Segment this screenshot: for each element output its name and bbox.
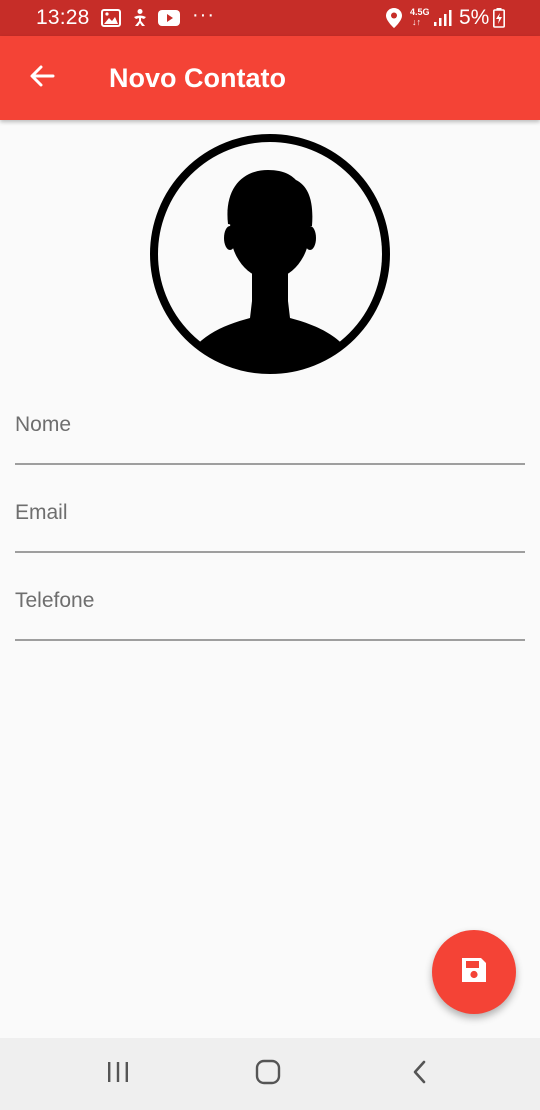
nav-back-button[interactable] [390, 1054, 450, 1094]
phone-field[interactable]: Telefone [15, 579, 525, 641]
status-time: 13:28 [36, 6, 90, 29]
save-icon [459, 955, 489, 990]
signal-icon [434, 10, 452, 31]
gallery-icon [101, 9, 121, 32]
back-button[interactable] [22, 58, 62, 98]
system-nav-bar [0, 1038, 540, 1110]
battery-percent: 5% [459, 6, 490, 29]
page-title: Novo Contato [109, 63, 286, 93]
email-field[interactable]: Email [15, 491, 525, 553]
home-icon [255, 1059, 281, 1090]
network-type: 4.5G [410, 7, 430, 17]
phone-field-label: Telefone [15, 589, 95, 612]
more-icon: ··· [192, 4, 215, 26]
name-field[interactable]: Nome [15, 403, 525, 465]
person-silhouette-icon [150, 134, 390, 378]
location-icon [386, 8, 402, 33]
home-button[interactable] [238, 1054, 298, 1094]
battery-charging-icon [493, 8, 505, 33]
data-arrows-icon: ↓↑ [412, 17, 421, 27]
accessibility-icon [130, 8, 150, 33]
youtube-icon [158, 10, 180, 31]
contact-avatar[interactable] [150, 134, 390, 374]
app-bar: Novo Contato [0, 36, 540, 120]
email-field-label: Email [15, 501, 68, 524]
recent-apps-button[interactable] [88, 1054, 148, 1094]
back-icon [410, 1059, 430, 1090]
save-button[interactable] [432, 930, 516, 1014]
name-field-label: Nome [15, 413, 72, 436]
status-bar: 13:28 ··· 4.5G ↓↑ 5% [0, 0, 540, 36]
recent-apps-icon [105, 1060, 131, 1089]
arrow-back-icon [29, 64, 55, 93]
